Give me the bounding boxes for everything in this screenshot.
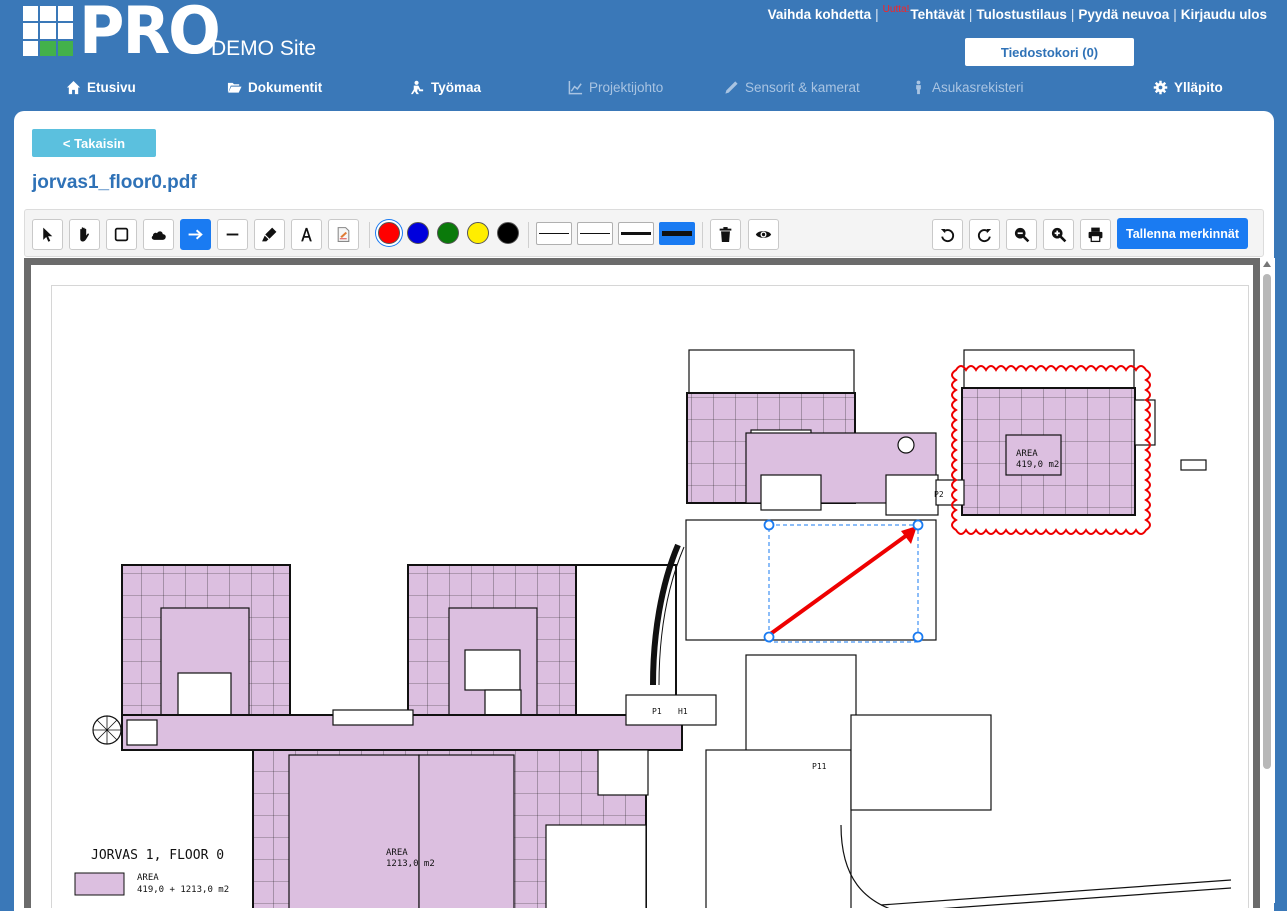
pro-logo[interactable]: PRO: [23, 0, 221, 69]
scroll-up-arrow-icon[interactable]: [1263, 261, 1271, 267]
color-blue-swatch[interactable]: [407, 222, 429, 244]
nav-label: Sensorit & kamerat: [745, 80, 860, 95]
ask-help-link[interactable]: Pyydä neuvoa: [1078, 7, 1169, 22]
redo-button[interactable]: [969, 219, 1000, 250]
room-tag: P1: [652, 707, 662, 716]
trash-icon: [719, 227, 732, 242]
tasks-link[interactable]: Tehtävät: [910, 7, 965, 22]
pan-tool-button[interactable]: [69, 219, 100, 250]
area-label-upper: AREA: [1016, 449, 1038, 459]
color-black-swatch[interactable]: [497, 222, 519, 244]
room-tag: P2: [934, 490, 944, 499]
line-width-2-swatch[interactable]: [577, 222, 613, 245]
nav-label: Asukasrekisteri: [932, 80, 1024, 95]
nav-label: Ylläpito: [1174, 80, 1223, 95]
printer-icon: [1088, 227, 1103, 243]
legend-title: JORVAS 1, FLOOR 0: [91, 848, 224, 863]
highlighter-icon: [262, 227, 277, 242]
legend-value: 419,0 + 1213,0 m2: [137, 885, 229, 895]
print-order-link[interactable]: Tulostustilaus: [976, 7, 1067, 22]
undo-icon: [940, 228, 955, 243]
line-width-1-swatch[interactable]: [536, 222, 572, 245]
folder-open-icon: [227, 82, 242, 93]
area-label-lower: AREA: [386, 848, 408, 858]
logo-text: PRO: [79, 0, 221, 69]
highlighter-tool-button[interactable]: [254, 219, 285, 250]
hand-icon: [80, 227, 89, 242]
worker-icon: [410, 80, 424, 95]
line-width-4-swatch[interactable]: [659, 222, 695, 245]
viewer-scrollbar[interactable]: [1261, 258, 1275, 903]
main-nav: Etusivu Dokumentit Työmaa Projektijohto …: [0, 80, 1287, 102]
pointer-icon: [43, 227, 53, 242]
nav-label: Dokumentit: [248, 80, 323, 95]
nav-item-etusivu[interactable]: Etusivu: [66, 80, 136, 95]
area-value-lower: 1213,0 m2: [386, 859, 435, 869]
zoom-out-icon: [1014, 227, 1030, 243]
pdf-page: AREA 419,0 m2 AREA 1213,0 m2 P1 H1 P2 P1…: [31, 265, 1253, 908]
home-icon: [66, 80, 81, 95]
redo-icon: [977, 228, 992, 243]
scroll-thumb[interactable]: [1263, 274, 1271, 769]
stamp-tool-button[interactable]: [328, 219, 359, 250]
line-width-3-swatch[interactable]: [618, 222, 654, 245]
logo-grid-icon: [23, 6, 73, 56]
top-links: Vaihda kohdetta | Uutta! Tehtävät | Tulo…: [767, 4, 1267, 22]
color-red-swatch[interactable]: [378, 222, 400, 244]
eye-icon: [755, 231, 772, 238]
delete-button[interactable]: [710, 219, 741, 250]
nav-item-asukasrekisteri[interactable]: Asukasrekisteri: [911, 80, 1024, 95]
zoom-in-button[interactable]: [1043, 219, 1074, 250]
change-site-link[interactable]: Vaihda kohdetta: [768, 7, 872, 22]
rectangle-tool-button[interactable]: [106, 219, 137, 250]
pdf-viewer[interactable]: AREA 419,0 m2 AREA 1213,0 m2 P1 H1 P2 P1…: [24, 258, 1260, 908]
nav-item-dokumentit[interactable]: Dokumentit: [227, 80, 322, 95]
room-tag: H1: [678, 707, 688, 716]
gear-icon: [1153, 80, 1168, 95]
text-tool-button[interactable]: [291, 219, 322, 250]
document-title: jorvas1_floor0.pdf: [32, 172, 197, 193]
chart-icon: [568, 80, 583, 95]
cloud-icon: [151, 231, 166, 240]
cloud-tool-button[interactable]: [143, 219, 174, 250]
color-green-swatch[interactable]: [437, 222, 459, 244]
undo-button[interactable]: [932, 219, 963, 250]
arrow-right-icon: [188, 229, 203, 240]
color-yellow-swatch[interactable]: [467, 222, 489, 244]
nav-item-tyomaa[interactable]: Työmaa: [410, 80, 481, 95]
nav-item-projektijohto[interactable]: Projektijohto: [568, 80, 663, 95]
print-button[interactable]: [1080, 219, 1111, 250]
site-name: DEMO Site: [211, 37, 317, 60]
nav-item-yllapito[interactable]: Ylläpito: [1153, 80, 1223, 95]
area-value-upper: 419,0 m2: [1016, 460, 1059, 470]
save-markups-button[interactable]: Tallenna merkinnät: [1117, 218, 1248, 249]
text-icon: [301, 227, 312, 242]
person-icon: [916, 80, 921, 95]
nav-label: Työmaa: [431, 80, 482, 95]
square-icon: [114, 227, 129, 242]
line-tool-button[interactable]: [217, 219, 248, 250]
legend-swatch: [74, 872, 125, 896]
zoom-out-button[interactable]: [1006, 219, 1037, 250]
room-tag: P11: [812, 762, 827, 771]
select-tool-button[interactable]: [32, 219, 63, 250]
logout-link[interactable]: Kirjaudu ulos: [1181, 7, 1267, 22]
nav-label: Etusivu: [87, 80, 136, 95]
toggle-visibility-button[interactable]: [748, 219, 779, 250]
file-cart-button[interactable]: Tiedostokori (0): [965, 38, 1134, 66]
back-button[interactable]: < Takaisin: [32, 129, 156, 157]
zoom-in-icon: [1051, 227, 1067, 243]
stamp-icon: [337, 227, 350, 242]
floor-plan-drawing: AREA 419,0 m2 AREA 1213,0 m2 P1 H1 P2 P1…: [74, 349, 1232, 908]
pencil-icon: [725, 81, 738, 94]
line-icon: [226, 233, 239, 236]
new-badge: Uutta!: [882, 4, 910, 15]
building-outline: [92, 349, 1232, 908]
markup-toolbar: Tallenna merkinnät: [24, 209, 1264, 257]
arrow-tool-button[interactable]: [180, 219, 211, 250]
legend-label: AREA: [137, 873, 159, 883]
nav-label: Projektijohto: [589, 80, 664, 95]
nav-item-sensorit[interactable]: Sensorit & kamerat: [724, 80, 860, 95]
